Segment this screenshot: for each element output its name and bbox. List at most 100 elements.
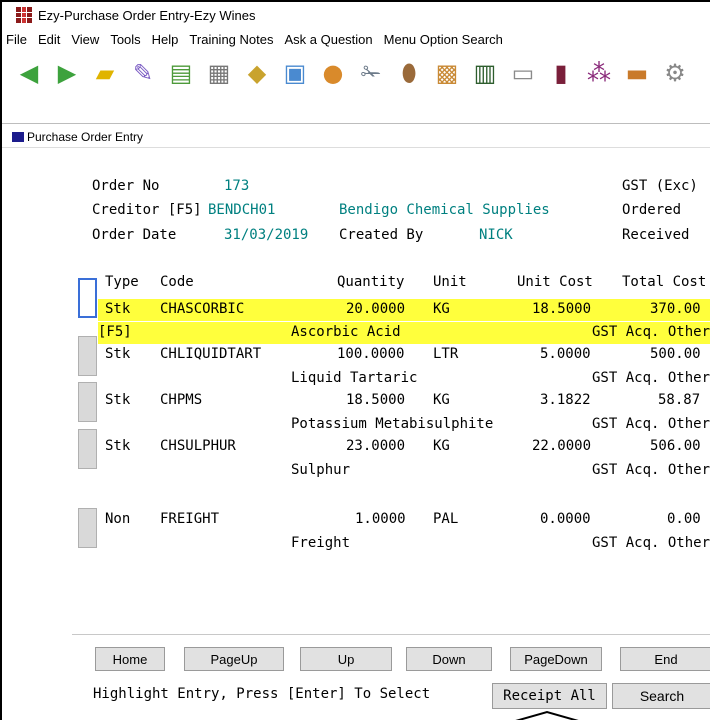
received-label: Received: [622, 227, 690, 243]
barrel-icon[interactable]: ⬮: [392, 56, 426, 90]
line-unit-cost: 5.0000: [540, 346, 591, 362]
line-description: Ascorbic Acid: [291, 324, 401, 340]
row-selector-button[interactable]: [78, 336, 97, 376]
back-arrow-icon[interactable]: ◀: [12, 56, 46, 90]
menu-bar: File Edit View Tools Help Training Notes…: [2, 28, 710, 50]
line-gst: GST Acq. Other: [592, 416, 710, 432]
briefcase-icon[interactable]: ▬: [620, 56, 654, 90]
form-icon: [12, 131, 24, 142]
line-gst: GST Acq. Other: [592, 462, 710, 478]
line-code: FREIGHT: [160, 511, 220, 527]
card-icon[interactable]: ▥: [468, 56, 502, 90]
toolbar: ◀ ▶ ▰ ✎ ▤ ▦ ◆ ▣ ● ✁ ⬮ ▩ ▥ ▭ ▮ ⁂ ▬ ⚙: [2, 50, 710, 124]
screen-icon[interactable]: ▣: [278, 56, 312, 90]
gst-label: GST (Exc): [622, 178, 698, 194]
order-no-label: Order No: [92, 178, 160, 194]
line-type: Stk: [105, 438, 131, 454]
tag-icon[interactable]: ◆: [240, 56, 274, 90]
line-prefix: [F5]: [98, 324, 132, 340]
line-gst: GST Acq. Other: [592, 535, 710, 551]
wine-bottle-icon[interactable]: ▮: [544, 56, 578, 90]
line-total-cost: 370.00: [650, 301, 701, 317]
window-title: Ezy-Purchase Order Entry-Ezy Wines: [38, 7, 256, 23]
line-quantity: 23.0000: [346, 438, 406, 454]
grapes-icon[interactable]: ⁂: [582, 56, 616, 90]
line-total-cost: 506.00: [650, 438, 701, 454]
receipt-all-label: Receipt All: [503, 688, 596, 704]
line-description: Potassium Metabisulphite: [291, 416, 494, 432]
up-button[interactable]: Up: [300, 647, 392, 671]
down-button[interactable]: Down: [406, 647, 492, 671]
col-unit-cost: Unit Cost: [517, 274, 593, 290]
menu-edit[interactable]: Edit: [38, 32, 60, 47]
line-unit-cost: 3.1822: [540, 392, 591, 408]
col-total-cost: Total Cost: [622, 274, 707, 290]
col-quantity: Quantity: [337, 274, 405, 290]
row-selector-button[interactable]: [78, 429, 97, 469]
row-selector-button[interactable]: [78, 508, 97, 548]
creditor-label: Creditor [F5]: [92, 202, 202, 218]
receipt-all-button[interactable]: Receipt All: [492, 683, 607, 709]
col-type: Type: [105, 274, 139, 290]
end-button[interactable]: End: [620, 647, 710, 671]
line-code: CHPMS: [160, 392, 203, 408]
line-unit: KG: [433, 438, 450, 454]
order-date-label: Order Date: [92, 227, 177, 243]
creditor-name: Bendigo Chemical Supplies: [339, 202, 550, 218]
money-icon[interactable]: ▤: [164, 56, 198, 90]
row-selector-button[interactable]: [78, 278, 97, 318]
pointer-arrow-icon: [515, 710, 579, 720]
line-code: CHSULPHUR: [160, 438, 236, 454]
menu-view[interactable]: View: [71, 32, 99, 47]
row-selector-button[interactable]: [78, 382, 97, 422]
form-subtitle-text: Purchase Order Entry: [27, 129, 144, 144]
menu-help[interactable]: Help: [152, 32, 179, 47]
app-window: Ezy-Purchase Order Entry-Ezy Wines File …: [0, 0, 710, 720]
page-up-button[interactable]: PageUp: [184, 647, 284, 671]
app-logo-icon: [16, 7, 32, 23]
line-quantity: 100.0000: [337, 346, 405, 362]
up-button-label: Up: [337, 651, 355, 667]
line-unit: KG: [433, 301, 450, 317]
menu-ask-question[interactable]: Ask a Question: [284, 32, 372, 47]
line-unit: LTR: [433, 346, 459, 362]
line-total-cost: 0.00: [667, 511, 701, 527]
col-unit: Unit: [433, 274, 467, 290]
search-button[interactable]: Search: [612, 683, 710, 709]
line-unit-cost: 18.5000: [532, 301, 592, 317]
line-unit-cost: 0.0000: [540, 511, 591, 527]
folder-icon[interactable]: ▰: [88, 56, 122, 90]
order-date-value[interactable]: 31/03/2019: [224, 227, 308, 243]
line-gst: GST Acq. Other: [592, 324, 710, 340]
menu-option-search[interactable]: Menu Option Search: [384, 32, 503, 47]
instruction-text: Highlight Entry, Press [Enter] To Select: [93, 686, 431, 702]
people-icon[interactable]: ●: [316, 56, 350, 90]
forward-arrow-icon[interactable]: ▶: [50, 56, 84, 90]
wrench-icon[interactable]: ✁: [354, 56, 388, 90]
created-by-label: Created By: [339, 227, 424, 243]
menu-tools[interactable]: Tools: [110, 32, 140, 47]
form-subtitle: Purchase Order Entry: [2, 126, 710, 148]
pen-icon[interactable]: ✎: [126, 56, 160, 90]
line-code: CHASCORBIC: [160, 301, 245, 317]
line-gst: GST Acq. Other: [592, 370, 710, 386]
order-no-value[interactable]: 173: [224, 178, 249, 194]
menu-file[interactable]: File: [6, 32, 27, 47]
ordered-label: Ordered: [622, 202, 682, 218]
line-total-cost: 500.00: [650, 346, 701, 362]
home-button[interactable]: Home: [95, 647, 165, 671]
line-unit: PAL: [433, 511, 459, 527]
down-button-label: Down: [432, 651, 466, 667]
menu-training-notes[interactable]: Training Notes: [189, 32, 273, 47]
page-down-button[interactable]: PageDown: [510, 647, 602, 671]
building-icon[interactable]: ▦: [202, 56, 236, 90]
line-quantity: 18.5000: [346, 392, 406, 408]
computer-icon[interactable]: ▭: [506, 56, 540, 90]
box-icon[interactable]: ▩: [430, 56, 464, 90]
line-description: Liquid Tartaric: [291, 370, 418, 386]
page-up-button-label: PageUp: [210, 651, 258, 667]
line-quantity: 1.0000: [355, 511, 406, 527]
creditor-code[interactable]: BENDCH01: [208, 202, 275, 218]
line-unit: KG: [433, 392, 450, 408]
gear-icon[interactable]: ⚙: [658, 56, 692, 90]
